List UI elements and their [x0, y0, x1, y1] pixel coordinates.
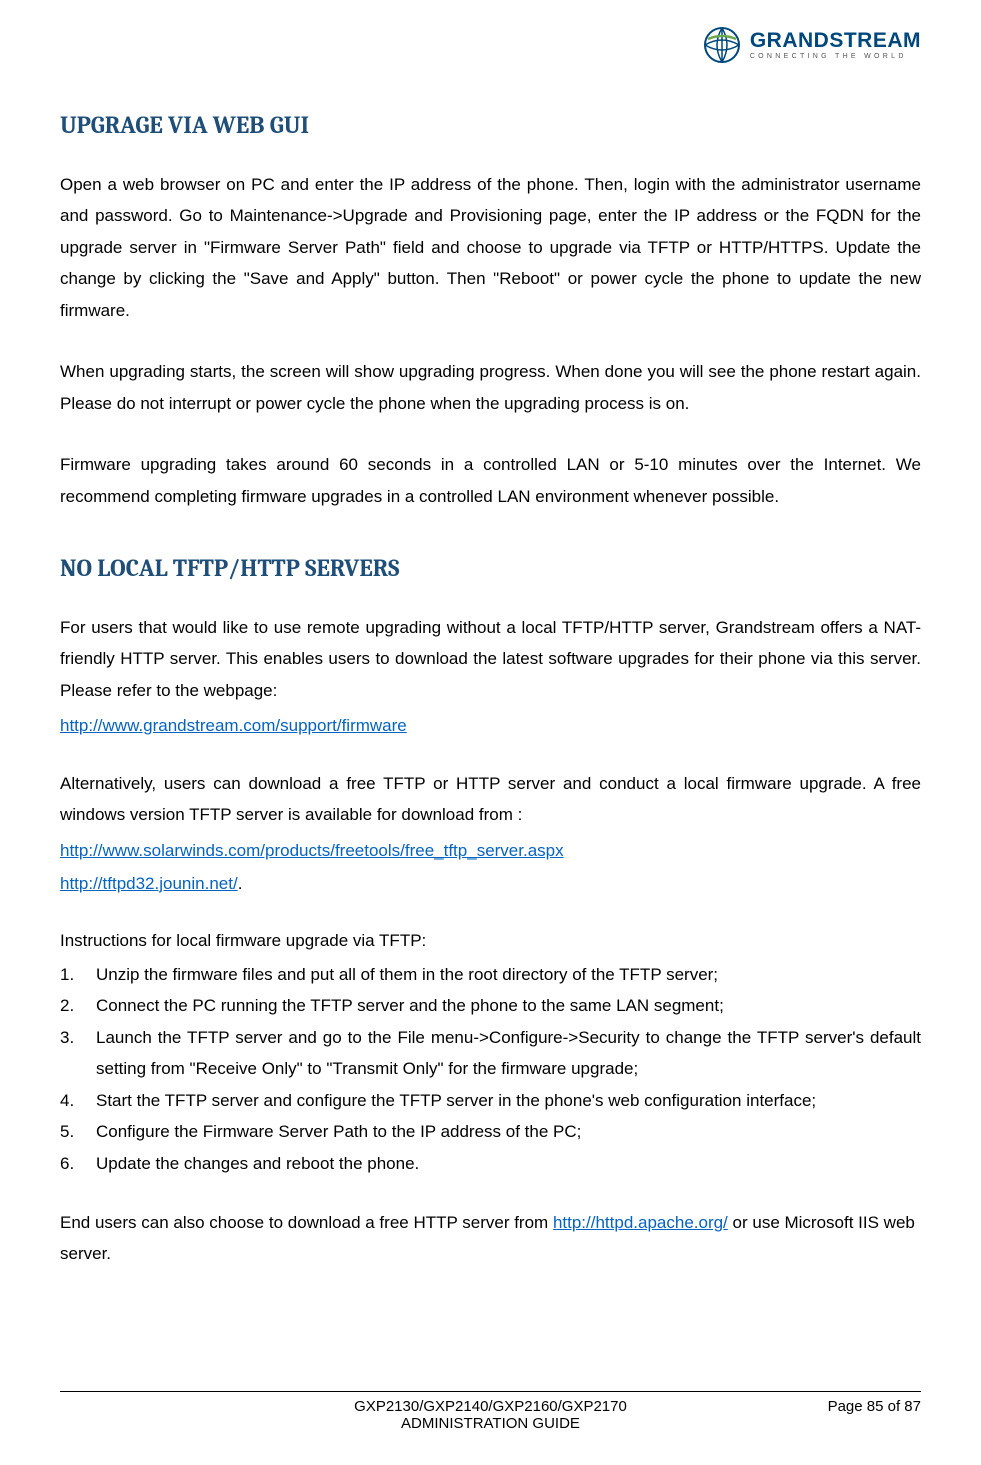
- footer-page-number: Page 85 of 87: [828, 1398, 921, 1415]
- list-item: Update the changes and reboot the phone.: [60, 1148, 921, 1179]
- paragraph: When upgrading starts, the screen will s…: [60, 356, 921, 419]
- globe-icon: [702, 25, 742, 65]
- paragraph: Open a web browser on PC and enter the I…: [60, 169, 921, 326]
- header: GRANDSTREAM CONNECTING THE WORLD: [60, 20, 921, 65]
- footer-doc-title: GXP2130/GXP2140/GXP2160/GXP2170: [354, 1398, 627, 1415]
- list-item: Configure the Firmware Server Path to th…: [60, 1116, 921, 1147]
- paragraph: Alternatively, users can download a free…: [60, 768, 921, 831]
- instruction-list: Unzip the firmware files and put all of …: [60, 959, 921, 1179]
- brand-name: GRANDSTREAM: [750, 30, 921, 51]
- footer-doc-subtitle: ADMINISTRATION GUIDE: [354, 1415, 627, 1432]
- list-intro: Instructions for local firmware upgrade …: [60, 925, 921, 956]
- brand-logo: GRANDSTREAM CONNECTING THE WORLD: [702, 25, 921, 65]
- paragraph: End users can also choose to download a …: [60, 1207, 921, 1270]
- page-content: UPGRAGE VIA WEB GUI Open a web browser o…: [60, 95, 921, 1385]
- apache-link[interactable]: http://httpd.apache.org/: [553, 1213, 728, 1232]
- tftpd32-link[interactable]: http://tftpd32.jounin.net/: [60, 874, 238, 893]
- brand-tagline: CONNECTING THE WORLD: [750, 53, 921, 60]
- solarwinds-link[interactable]: http://www.solarwinds.com/products/freet…: [60, 841, 564, 860]
- section-title-upgrade: UPGRAGE VIA WEB GUI: [60, 111, 921, 139]
- page-footer: GXP2130/GXP2140/GXP2160/GXP2170 ADMINIST…: [60, 1391, 921, 1415]
- list-item: Start the TFTP server and configure the …: [60, 1085, 921, 1116]
- list-item: Launch the TFTP server and go to the Fil…: [60, 1022, 921, 1085]
- section-title-no-local: NO LOCAL TFTP/HTTP SERVERS: [60, 554, 921, 582]
- footer-center: GXP2130/GXP2140/GXP2160/GXP2170 ADMINIST…: [354, 1398, 627, 1432]
- list-item: Connect the PC running the TFTP server a…: [60, 990, 921, 1021]
- paragraph: Firmware upgrading takes around 60 secon…: [60, 449, 921, 512]
- paragraph: For users that would like to use remote …: [60, 612, 921, 706]
- firmware-link[interactable]: http://www.grandstream.com/support/firmw…: [60, 716, 407, 735]
- list-item: Unzip the firmware files and put all of …: [60, 959, 921, 990]
- end-text-pre: End users can also choose to download a …: [60, 1213, 553, 1232]
- link-suffix: .: [238, 874, 243, 893]
